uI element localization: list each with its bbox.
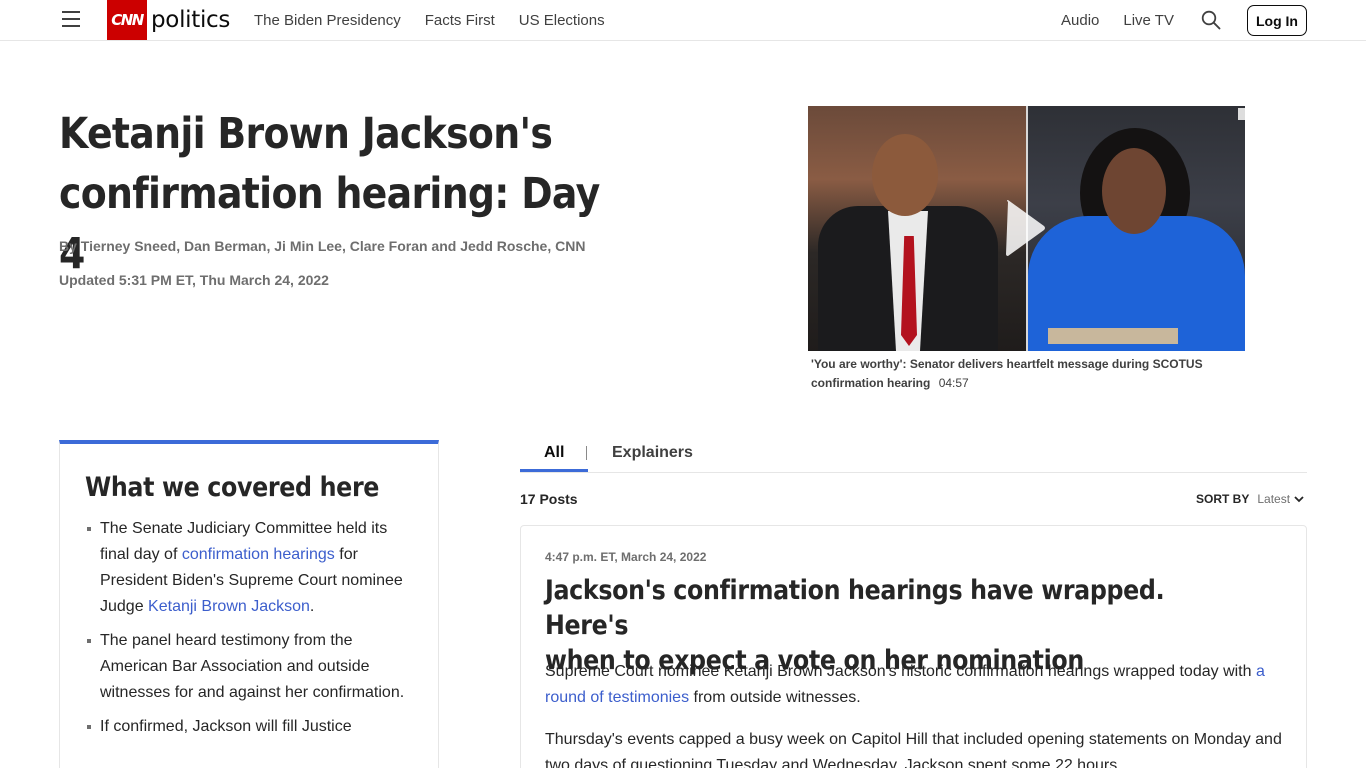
nav-link-biden-presidency[interactable]: The Biden Presidency <box>254 12 401 29</box>
article-updated-timestamp: Updated 5:31 PM ET, Thu March 24, 2022 <box>59 272 329 288</box>
tab-all[interactable]: All <box>544 444 564 462</box>
headline-line-1: Ketanji Brown Jackson's <box>59 109 553 159</box>
summary-list: The Senate Judiciary Committee held its … <box>85 516 415 748</box>
tab-explainers[interactable]: Explainers <box>612 444 693 462</box>
feed-tabs: All Explainers <box>520 440 1307 473</box>
post-paragraph-text: from outside witnesses. <box>689 689 861 706</box>
video-person-left-head <box>872 134 938 216</box>
summary-item: The Senate Judiciary Committee held its … <box>85 516 415 620</box>
video-player[interactable] <box>808 106 1245 351</box>
sort-label: SORT BY <box>1196 492 1250 506</box>
post-timestamp: 4:47 p.m. ET, March 24, 2022 <box>545 550 707 564</box>
summary-title: What we covered here <box>85 472 380 503</box>
play-icon[interactable] <box>1004 198 1048 258</box>
post-title-line-1: Jackson's confirmation hearings have wra… <box>545 575 1165 641</box>
sort-control[interactable]: SORT BY Latest <box>1196 492 1304 506</box>
summary-item: The panel heard testimony from the Ameri… <box>85 628 415 706</box>
nav-link-us-elections[interactable]: US Elections <box>519 12 605 29</box>
chevron-down-icon[interactable] <box>1294 495 1304 503</box>
post-paragraph-text: Supreme Court nominee Ketanji Brown Jack… <box>545 663 1256 680</box>
video-duration: 04:57 <box>938 376 969 390</box>
summary-item: If confirmed, Jackson will fill Justice <box>85 714 415 740</box>
summary-card: What we covered here The Senate Judiciar… <box>59 440 439 768</box>
active-tab-indicator <box>520 469 588 472</box>
article-byline: By Tierney Sneed, Dan Berman, Ji Min Lee… <box>59 238 586 254</box>
post-paragraph: Supreme Court nominee Ketanji Brown Jack… <box>545 659 1285 711</box>
menu-icon[interactable] <box>62 11 80 28</box>
video-desk <box>1048 328 1178 344</box>
post-paragraph: Thursday's events capped a busy week on … <box>545 731 1282 768</box>
video-caption[interactable]: 'You are worthy': Senator delivers heart… <box>811 355 1251 393</box>
politics-wordmark: politics <box>151 7 231 33</box>
article-headline: Ketanji Brown Jackson's confirmation hea… <box>59 104 622 284</box>
summary-item-text: . <box>309 598 315 615</box>
ketanji-brown-jackson-link[interactable]: Ketanji Brown Jackson <box>148 598 310 615</box>
post-card: 4:47 p.m. ET, March 24, 2022 Jackson's c… <box>520 525 1307 768</box>
video-person-right-face <box>1102 148 1166 234</box>
cnn-politics-logo[interactable]: CNN politics <box>107 0 230 40</box>
headline-line-2: confirmation hearing: Day 4 <box>59 169 600 279</box>
video-caption-text: 'You are worthy': Senator delivers heart… <box>811 357 1203 390</box>
closed-caption-icon[interactable] <box>1238 108 1245 120</box>
top-header: CNN politics The Biden Presidency Facts … <box>0 0 1366 41</box>
tab-separator <box>586 446 587 460</box>
video-frame-right <box>1028 106 1245 351</box>
login-button[interactable]: Log In <box>1247 5 1307 36</box>
video-frame-left <box>808 106 1026 351</box>
confirmation-hearings-link[interactable]: confirmation hearings <box>182 546 335 563</box>
posts-count: 17 Posts <box>520 491 578 507</box>
nav-link-live-tv[interactable]: Live TV <box>1123 12 1174 29</box>
nav-link-facts-first[interactable]: Facts First <box>425 12 495 29</box>
sort-dropdown[interactable]: Latest <box>1257 492 1290 506</box>
cnn-logo-mark: CNN <box>107 0 147 40</box>
search-icon[interactable] <box>1201 10 1221 30</box>
nav-link-audio[interactable]: Audio <box>1061 12 1099 29</box>
primary-nav: The Biden Presidency Facts First US Elec… <box>254 0 629 40</box>
